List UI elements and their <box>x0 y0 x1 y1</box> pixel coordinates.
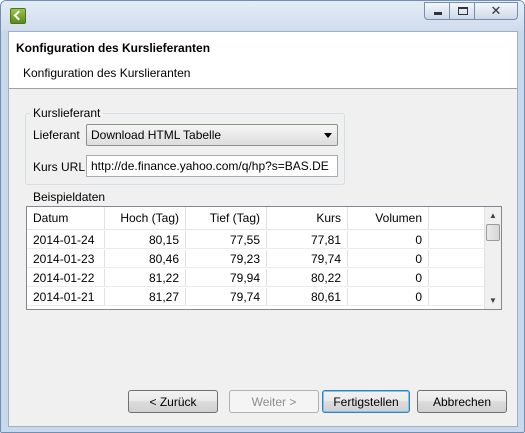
column-header-kurs[interactable]: Kurs <box>267 207 348 229</box>
next-button[interactable]: Weiter > <box>229 390 319 413</box>
eclipse-app-icon <box>10 8 26 24</box>
back-button[interactable]: < Zurück <box>128 390 218 413</box>
scrollbar-thumb[interactable] <box>486 224 500 241</box>
cell-tief: 79,74 <box>186 288 267 305</box>
wizard-banner: Konfiguration des Kurslieferanten Konfig… <box>9 32 517 89</box>
cell-hoch: 81,22 <box>105 269 186 286</box>
kurs-url-label: Kurs URL <box>33 160 86 174</box>
cell-hoch: 80,46 <box>105 250 186 267</box>
wizard-title: Konfiguration des Kurslieferanten <box>16 41 211 55</box>
table-row[interactable]: 2014-01-24 80,15 77,55 77,81 0 <box>27 231 485 249</box>
cell-kurs: 80,22 <box>267 269 348 286</box>
cell-tief: 79,94 <box>186 269 267 286</box>
kurs-url-input[interactable]: http://de.finance.yahoo.com/q/hp?s=BAS.D… <box>86 155 338 177</box>
minimize-icon <box>434 12 442 15</box>
wizard-subtitle: Konfiguration des Kurslieranten <box>23 66 191 80</box>
dialog-window: ✕ Konfiguration des Kurslieferanten Konf… <box>0 0 525 433</box>
window-controls: ✕ <box>424 2 518 20</box>
maximize-icon <box>458 7 468 15</box>
close-button[interactable]: ✕ <box>474 2 518 20</box>
cell-kurs: 79,74 <box>267 250 348 267</box>
table-row[interactable]: 2014-01-21 81,27 79,74 80,61 0 <box>27 288 485 306</box>
table-header: Datum Hoch (Tag) Tief (Tag) Kurs Volumen <box>27 207 485 230</box>
cell-kurs: 77,81 <box>267 231 348 248</box>
column-header-volumen[interactable]: Volumen <box>348 207 429 229</box>
column-header-hoch[interactable]: Hoch (Tag) <box>105 207 186 229</box>
provider-group-label: Kurslieferant <box>30 106 104 120</box>
table-row[interactable]: 2014-01-23 80,46 79,23 79,74 0 <box>27 250 485 268</box>
table-vertical-scrollbar[interactable]: ▲ ▼ <box>484 207 501 309</box>
table-row[interactable]: 2014-01-22 81,22 79,94 80,22 0 <box>27 269 485 287</box>
minimize-button[interactable] <box>424 2 450 20</box>
cell-hoch: 81,27 <box>105 288 186 305</box>
cell-volumen: 0 <box>348 288 429 305</box>
lieferant-dropdown[interactable]: Download HTML Tabelle <box>86 124 338 146</box>
maximize-button[interactable] <box>449 2 475 20</box>
cell-datum: 2014-01-21 <box>27 288 105 305</box>
column-header-tief[interactable]: Tief (Tag) <box>186 207 267 229</box>
sample-data-table[interactable]: Datum Hoch (Tag) Tief (Tag) Kurs Volumen… <box>26 206 502 310</box>
column-header-datum[interactable]: Datum <box>27 207 105 229</box>
scroll-up-arrow-icon[interactable]: ▲ <box>485 207 501 224</box>
cell-tief: 79,23 <box>186 250 267 267</box>
lieferant-selected-value: Download HTML Tabelle <box>91 128 222 142</box>
close-icon: ✕ <box>490 3 502 18</box>
sample-data-group-label: Beispieldaten <box>30 190 109 204</box>
chevron-down-icon <box>324 133 332 138</box>
finish-button[interactable]: Fertigstellen <box>322 390 410 413</box>
cell-kurs: 80,61 <box>267 288 348 305</box>
dialog-client-area: Konfiguration des Kurslieferanten Konfig… <box>8 31 518 427</box>
cell-datum: 2014-01-23 <box>27 250 105 267</box>
title-bar[interactable]: ✕ <box>1 1 524 31</box>
scroll-down-arrow-icon[interactable]: ▼ <box>485 292 501 309</box>
cell-datum: 2014-01-22 <box>27 269 105 286</box>
cell-volumen: 0 <box>348 250 429 267</box>
cell-tief: 77,55 <box>186 231 267 248</box>
cell-datum: 2014-01-24 <box>27 231 105 248</box>
cell-volumen: 0 <box>348 269 429 286</box>
cell-hoch: 80,15 <box>105 231 186 248</box>
lieferant-label: Lieferant <box>33 128 80 142</box>
cell-volumen: 0 <box>348 231 429 248</box>
cancel-button[interactable]: Abbrechen <box>417 390 507 413</box>
